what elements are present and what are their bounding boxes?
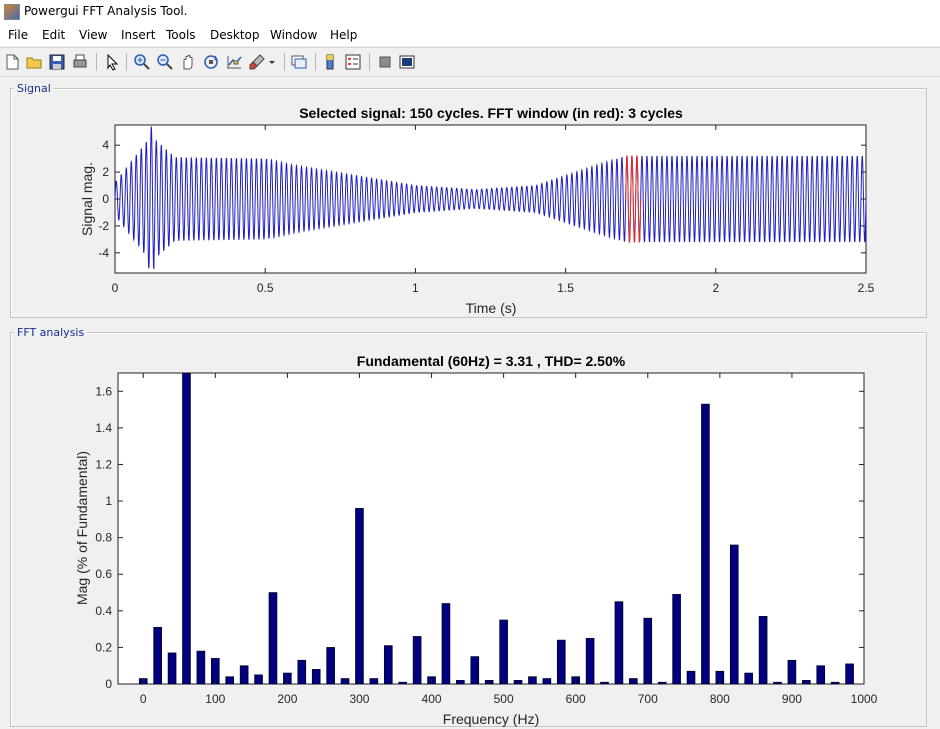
fft-xtick-label: 200 bbox=[277, 692, 297, 706]
fft-bar bbox=[614, 601, 624, 685]
fft-ytick-label: 1.6 bbox=[95, 384, 112, 398]
fft-bar bbox=[686, 670, 696, 685]
fft-bar bbox=[268, 592, 278, 685]
fft-ytick-label: 0.6 bbox=[95, 567, 112, 581]
fft-bar bbox=[657, 681, 667, 685]
fft-bar bbox=[167, 652, 177, 685]
fft-xtick-label: 800 bbox=[710, 692, 730, 706]
fft-bar bbox=[758, 616, 768, 685]
fft-bar bbox=[729, 544, 739, 685]
fft-ylabel: Mag (% of Fundamental) bbox=[74, 451, 90, 605]
fft-xtick-label: 900 bbox=[782, 692, 802, 706]
fft-bar bbox=[816, 665, 826, 685]
fft-bar bbox=[340, 678, 350, 685]
fft-bar bbox=[456, 680, 465, 685]
fft-bar bbox=[600, 681, 609, 685]
fft-bar bbox=[672, 594, 681, 685]
fft-bar bbox=[802, 680, 811, 685]
fft-bar bbox=[629, 678, 638, 685]
fft-bar bbox=[225, 676, 235, 685]
fft-bar bbox=[470, 656, 480, 685]
fft-bar bbox=[513, 680, 523, 685]
fft-bar bbox=[326, 647, 335, 685]
fft-chart: Fundamental (60Hz) = 3.31 , THD= 2.50% 0… bbox=[74, 353, 878, 727]
fft-xtick-label: 500 bbox=[494, 692, 514, 706]
fft-xtick-label: 100 bbox=[205, 692, 225, 706]
fft-bar bbox=[744, 672, 753, 685]
fft-bar bbox=[297, 659, 307, 685]
fft-bar bbox=[369, 678, 379, 685]
fft-xtick-label: 400 bbox=[422, 692, 442, 706]
fft-xtick-label: 300 bbox=[349, 692, 369, 706]
fft-bar bbox=[398, 681, 408, 685]
fft-bar bbox=[556, 639, 566, 685]
fft-bar bbox=[528, 676, 537, 685]
fft-bar bbox=[311, 669, 321, 685]
fft-bar bbox=[153, 626, 162, 685]
fft-bar bbox=[254, 674, 263, 685]
fft-bar bbox=[643, 617, 653, 685]
fft-bar bbox=[773, 681, 782, 685]
fft-ytick-label: 0.8 bbox=[95, 531, 112, 545]
fft-bar bbox=[239, 665, 249, 685]
fft-bar bbox=[383, 645, 393, 685]
fft-xtick-label: 600 bbox=[566, 692, 586, 706]
fft-bar bbox=[484, 680, 494, 685]
fft-ytick-label: 0 bbox=[105, 677, 112, 691]
fft-bar bbox=[441, 603, 451, 685]
fft-chart-title: Fundamental (60Hz) = 3.31 , THD= 2.50% bbox=[357, 353, 626, 369]
fft-ytick-label: 0.4 bbox=[95, 604, 112, 618]
fft-bar bbox=[845, 663, 854, 685]
fft-ytick-label: 1 bbox=[105, 494, 112, 508]
fft-xtick-label: 0 bbox=[140, 692, 147, 706]
fft-bar bbox=[182, 372, 191, 685]
fft-bar bbox=[499, 619, 508, 685]
fft-bar bbox=[830, 681, 840, 685]
fft-bar bbox=[585, 637, 595, 685]
fft-ytick-label: 0.2 bbox=[95, 640, 112, 654]
fft-xtick-label: 700 bbox=[638, 692, 658, 706]
fft-bar bbox=[355, 508, 364, 685]
fft-bar bbox=[196, 650, 206, 685]
fft-xlabel: Frequency (Hz) bbox=[443, 711, 539, 727]
fft-bar bbox=[542, 678, 552, 685]
fft-bar bbox=[412, 636, 422, 685]
fft-ytick-label: 1.2 bbox=[95, 457, 112, 471]
fft-axes bbox=[117, 372, 865, 685]
fft-xtick-label: 1000 bbox=[851, 692, 878, 706]
fft-ytick-label: 1.4 bbox=[95, 421, 112, 435]
fft-bar bbox=[701, 403, 710, 685]
